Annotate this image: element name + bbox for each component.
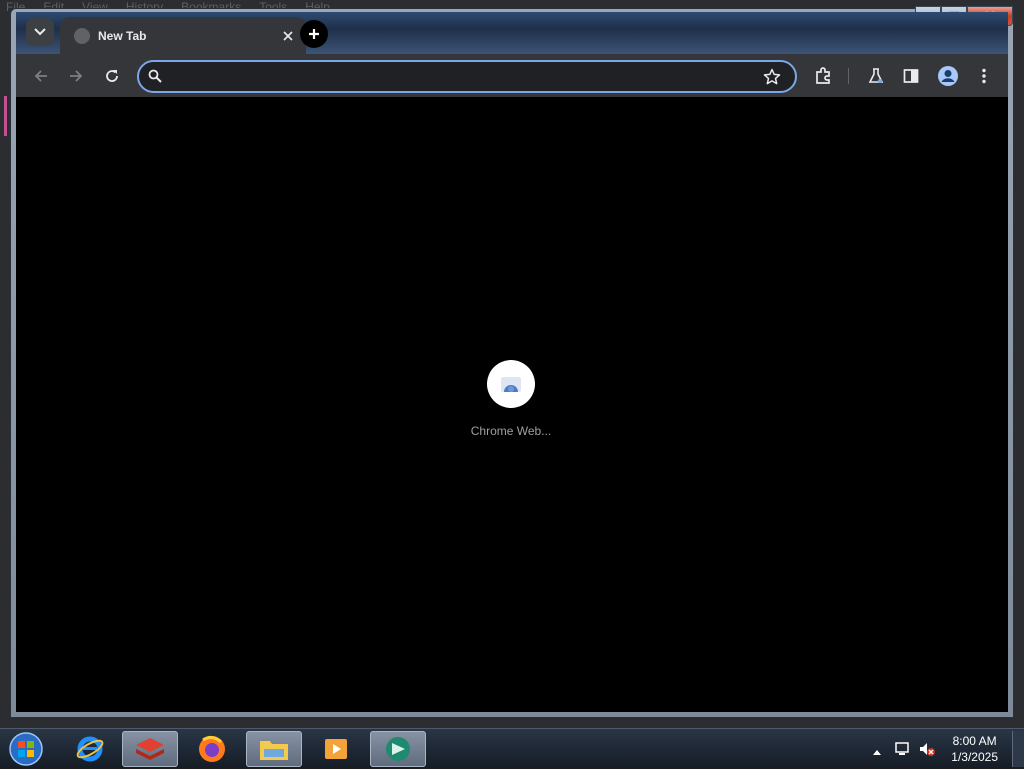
globe-icon <box>74 27 90 44</box>
taskbar-internet-explorer[interactable] <box>62 731 118 767</box>
chevron-down-icon <box>34 28 46 36</box>
tab-close-button[interactable] <box>278 26 298 46</box>
new-tab-button[interactable] <box>300 20 328 48</box>
reload-icon <box>106 70 118 82</box>
shortcut-tile[interactable]: Chrome Web... <box>456 360 566 438</box>
search-icon <box>148 69 162 83</box>
volume-tray-button[interactable] <box>918 741 936 762</box>
tab-title: New Tab <box>98 28 147 43</box>
folder-icon <box>260 741 288 760</box>
browser-frame: New Tab Chrome Web... <box>16 12 1008 712</box>
chevron-up-icon <box>873 750 881 755</box>
close-icon <box>283 30 293 41</box>
star-icon[interactable] <box>763 68 781 86</box>
start-button[interactable] <box>6 731 46 767</box>
puzzle-icon <box>816 67 830 84</box>
toolbar-divider <box>848 68 849 84</box>
tab-new-tab[interactable]: New Tab <box>60 17 306 54</box>
arrow-back-icon <box>34 70 47 82</box>
new-tab-page: Chrome Web... <box>16 98 1008 712</box>
profile-button[interactable] <box>936 64 960 88</box>
system-tray: 8:00 AM 1/3/2025 <box>864 729 1024 769</box>
taskbar-chrome-remote[interactable] <box>370 731 426 767</box>
browser-toolbar <box>16 54 1008 98</box>
plus-icon <box>309 29 319 39</box>
background-accent-bar <box>4 96 7 136</box>
tray-expand-button[interactable] <box>872 743 882 761</box>
side-panel-icon <box>903 69 919 83</box>
taskbar-file-explorer[interactable] <box>246 731 302 767</box>
back-button[interactable] <box>29 64 53 88</box>
clock-date: 1/3/2025 <box>951 750 998 764</box>
volume-muted-icon <box>920 743 935 756</box>
clock-time: 8:00 AM <box>952 734 997 748</box>
chrome-window: New Tab Chrome Web... <box>10 6 1014 718</box>
flask-icon <box>868 68 884 83</box>
show-desktop-button[interactable] <box>1012 731 1024 767</box>
taskbar: 8:00 AM 1/3/2025 <box>0 728 1024 768</box>
internet-explorer-icon <box>76 736 104 762</box>
taskbar-clock[interactable]: 8:00 AM 1/3/2025 <box>951 733 998 765</box>
media-player-icon <box>325 739 347 759</box>
taskbar-media-player[interactable] <box>308 731 364 767</box>
shortcut-label: Chrome Web... <box>470 424 552 438</box>
shortcut-icon-circle <box>487 360 535 408</box>
address-input[interactable] <box>169 66 749 88</box>
profile-icon <box>938 66 958 86</box>
reload-button[interactable] <box>100 64 124 88</box>
kebab-menu-icon <box>982 68 986 84</box>
windows-orb-icon <box>9 732 43 766</box>
network-icon <box>895 742 909 755</box>
tab-strip: New Tab <box>16 12 1008 54</box>
tab-search-button[interactable] <box>26 18 54 46</box>
labs-button[interactable] <box>864 64 888 88</box>
arrow-forward-icon <box>70 70 83 82</box>
red-stack-app-icon <box>136 738 164 760</box>
extensions-button[interactable] <box>811 64 835 88</box>
forward-button[interactable] <box>64 64 88 88</box>
side-panel-button[interactable] <box>899 64 923 88</box>
firefox-icon <box>199 735 225 762</box>
taskbar-firefox[interactable] <box>184 731 240 767</box>
network-tray-button[interactable] <box>894 741 910 762</box>
omnibox[interactable] <box>137 60 797 93</box>
chrome-web-store-icon <box>501 377 521 392</box>
taskbar-app-red-stack[interactable] <box>122 731 178 767</box>
chrome-app-icon <box>386 737 410 761</box>
menu-button[interactable] <box>972 64 996 88</box>
